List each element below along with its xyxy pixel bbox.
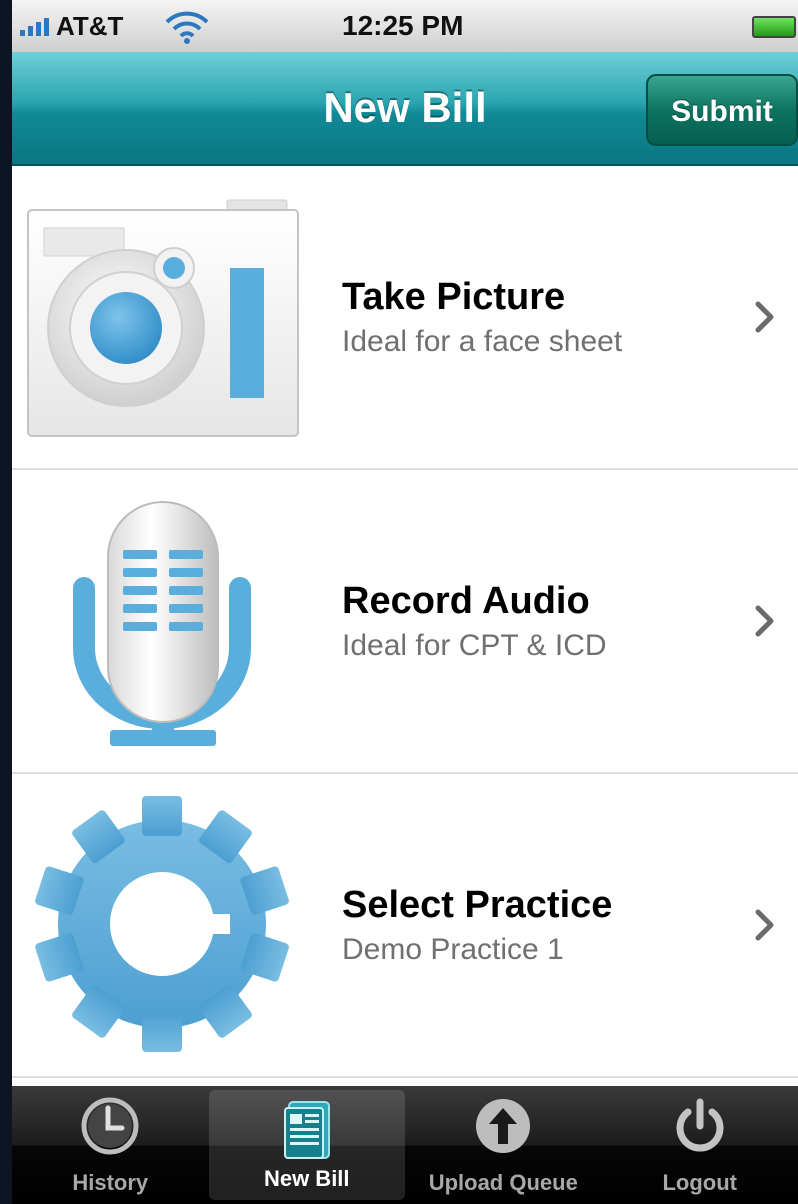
- menu-item-sublabel: Ideal for a face sheet: [342, 324, 623, 358]
- menu-item-take-picture[interactable]: Take Picture Ideal for a face sheet: [12, 166, 798, 470]
- submit-button[interactable]: Submit: [646, 74, 798, 146]
- tab-label: Logout: [662, 1170, 738, 1195]
- microphone-icon: [22, 498, 312, 748]
- menu-item-label: Take Picture: [342, 275, 566, 318]
- camera-icon: [22, 194, 312, 444]
- document-icon: [275, 1098, 339, 1162]
- tab-label: New Bill: [263, 1166, 350, 1191]
- tab-upload-queue[interactable]: Upload Queue: [405, 1086, 602, 1204]
- signal-strength-icon: [20, 14, 49, 36]
- tab-history[interactable]: History: [12, 1086, 209, 1204]
- chevron-right-icon: [754, 604, 776, 643]
- status-bar: AT&T 12:25 PM: [12, 0, 798, 52]
- menu-item-select-practice[interactable]: Select Practice Demo Practice 1: [12, 774, 798, 1078]
- gear-icon: [22, 796, 312, 1052]
- menu-item-record-audio[interactable]: Record Audio Ideal for CPT & ICD: [12, 470, 798, 774]
- menu-item-sublabel: Ideal for CPT & ICD: [342, 628, 607, 662]
- carrier-name: AT&T: [56, 11, 124, 41]
- navigation-bar: New Bill Submit: [12, 52, 798, 166]
- tab-label: Upload Queue: [428, 1170, 578, 1195]
- wifi-icon: [164, 10, 210, 49]
- tab-bar: History New Bill Upload Queue Logout: [12, 1086, 798, 1204]
- menu-item-sublabel: Demo Practice 1: [342, 932, 564, 966]
- tab-logout[interactable]: Logout: [602, 1086, 798, 1204]
- menu-item-label: Record Audio: [342, 579, 590, 622]
- battery-icon: [752, 16, 796, 38]
- app-screen: AT&T 12:25 PM New Bill Submit Take Pictu…: [12, 0, 798, 1204]
- chevron-right-icon: [754, 300, 776, 339]
- power-icon: [668, 1094, 732, 1158]
- menu-item-label: Select Practice: [342, 883, 613, 926]
- upload-arrow-icon: [471, 1094, 535, 1158]
- clock-icon: [78, 1094, 142, 1158]
- chevron-right-icon: [754, 908, 776, 947]
- tab-label: History: [72, 1170, 149, 1195]
- status-time: 12:25 PM: [342, 10, 464, 41]
- tab-new-bill[interactable]: New Bill: [208, 1090, 405, 1200]
